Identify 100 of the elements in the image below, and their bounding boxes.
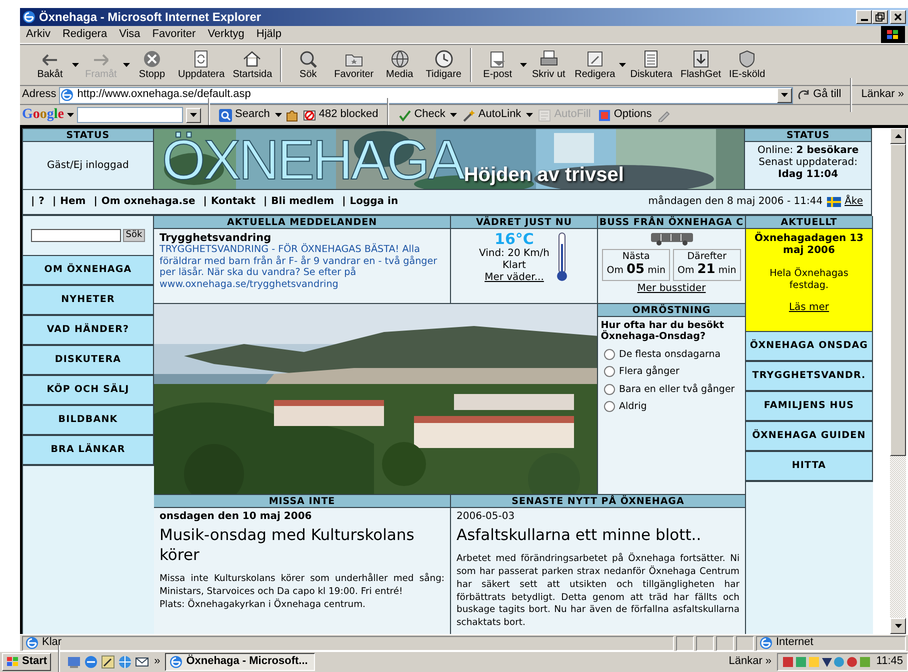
links-button[interactable]: Länkar »: [726, 655, 774, 669]
menu-item[interactable]: Favoriter: [146, 28, 202, 42]
more-button[interactable]: »: [152, 655, 162, 669]
user-link[interactable]: Åke: [844, 196, 863, 208]
menu-item[interactable]: FAMILJENS HUS: [746, 392, 873, 422]
nav-link[interactable]: Bli medlem: [271, 196, 334, 208]
scroll-down-button[interactable]: [890, 618, 906, 634]
scroll-up-button[interactable]: [890, 128, 906, 144]
menu-item[interactable]: NYHETER: [23, 286, 154, 316]
caret-icon[interactable]: [274, 113, 282, 117]
menu-item[interactable]: OM ÖXNEHAGA: [23, 256, 154, 286]
menu-item[interactable]: Redigera: [56, 28, 114, 42]
desktop-icon[interactable]: [67, 655, 82, 669]
links-button[interactable]: Länkar »: [859, 88, 906, 102]
nav-link[interactable]: Kontakt: [210, 196, 256, 208]
start-button[interactable]: Start: [2, 653, 52, 671]
search-field[interactable]: [30, 229, 121, 242]
toolbar-button[interactable]: Startsida: [228, 49, 276, 81]
toolbar-button[interactable]: AutoLink: [460, 108, 524, 122]
mail-icon[interactable]: [135, 655, 150, 669]
scroll-thumb[interactable]: [890, 144, 906, 456]
dropdown-button[interactable]: [777, 88, 792, 102]
menu-item[interactable]: ÖXNEHAGA GUIDEN: [746, 422, 873, 452]
radio-button[interactable]: [604, 384, 615, 395]
spellcheck-icon: [398, 108, 412, 122]
toolbar-button[interactable]: Skriv ut: [526, 49, 571, 81]
date-text: måndagen den 8 maj 2006 - 11:44: [648, 196, 823, 208]
toolbar-button[interactable]: Uppdatera: [174, 49, 229, 81]
menu-item[interactable]: ÖXNEHAGA ONSDAG: [746, 332, 873, 362]
toolbar-button[interactable]: Diskutera: [626, 49, 676, 81]
menu-item[interactable]: KÖP OCH SÄLJ: [23, 376, 154, 406]
flag-icon: [826, 197, 841, 207]
toolbar-button[interactable]: Check: [396, 108, 448, 122]
download-icon: [690, 49, 711, 69]
shield-icon: [737, 49, 758, 69]
toolbar-button[interactable]: FlashGet: [676, 49, 726, 81]
globe-icon: [759, 636, 773, 650]
caret-icon[interactable]: [72, 63, 79, 67]
nav-link[interactable]: Om oxnehaga.se: [101, 196, 196, 208]
menu-item[interactable]: DISKUTERA: [23, 346, 154, 376]
menu-item[interactable]: Hjälp: [250, 28, 288, 42]
status-text: Klar: [42, 636, 62, 650]
menu-item[interactable]: BRA LÄNKAR: [23, 436, 154, 466]
nav-link[interactable]: Hem: [60, 196, 86, 208]
browser-icon[interactable]: [84, 655, 98, 669]
stop-icon: [142, 49, 162, 69]
clock: 11:45: [876, 655, 903, 669]
caret-icon[interactable]: [520, 63, 527, 67]
toolbar-button[interactable]: Redigera: [570, 49, 620, 81]
option-label: De flesta onsdagarna: [619, 348, 721, 360]
separator: |: [94, 196, 98, 208]
menu-item[interactable]: VAD HÄNDER?: [23, 316, 154, 346]
menu-item[interactable]: Arkiv: [20, 28, 56, 42]
minimize-button[interactable]: [856, 10, 872, 24]
zone-text: Internet: [776, 636, 814, 650]
caret-icon[interactable]: [619, 63, 626, 67]
edit-icon[interactable]: [101, 655, 116, 669]
submit-button[interactable]: Sök: [122, 229, 146, 242]
thermometer-icon: [555, 232, 570, 282]
windows-logo-icon: [881, 26, 905, 43]
caret-icon[interactable]: [526, 113, 534, 117]
menu-item[interactable]: HITTA: [746, 452, 873, 482]
bus-link[interactable]: Mer busstider: [637, 283, 706, 294]
task-button[interactable]: Öxnehaga - Microsoft...: [165, 653, 316, 671]
up-arrow-icon: [894, 134, 902, 138]
menu-item[interactable]: BILDBANK: [23, 406, 154, 436]
menu-item[interactable]: TRYGGHETSVANDR.: [746, 362, 873, 392]
clock-icon: [434, 49, 454, 69]
caret-icon[interactable]: [67, 113, 74, 117]
panel-header: MISSA INTE: [154, 495, 450, 508]
toolbar-button[interactable]: Favoriter: [330, 49, 378, 81]
dropdown-button[interactable]: [186, 108, 201, 122]
go-button[interactable]: Gå till: [796, 88, 844, 102]
close-button[interactable]: [890, 10, 906, 24]
toolbar-button[interactable]: Tidigare: [422, 49, 466, 81]
toolbar-button[interactable]: Options: [596, 108, 654, 122]
toolbar-button[interactable]: Search: [217, 108, 272, 122]
radio-button[interactable]: [604, 348, 615, 360]
search-field[interactable]: [77, 107, 183, 123]
menu-item[interactable]: Visa: [113, 28, 146, 42]
read-more-link[interactable]: Läs mer: [788, 302, 830, 313]
toolbar-button[interactable]: E-post: [476, 49, 520, 81]
nav-link[interactable]: Logga in: [350, 196, 398, 208]
radio-button[interactable]: [604, 366, 615, 378]
toolbar-button[interactable]: Media: [378, 49, 422, 81]
maximize-button[interactable]: [872, 10, 888, 24]
panel-header: VÄDRET JUST NU: [451, 216, 597, 229]
toolbar-button[interactable]: Stopp: [130, 49, 174, 81]
nav-link[interactable]: ?: [38, 196, 44, 208]
restore-icon: [875, 12, 885, 22]
caret-icon[interactable]: [450, 113, 458, 117]
address-field[interactable]: http://www.oxnehaga.se/default.asp: [59, 86, 794, 104]
sky-text: Klart: [502, 260, 526, 272]
menu-item[interactable]: Verktyg: [202, 28, 250, 42]
radio-button[interactable]: [604, 400, 615, 412]
toolbar-button[interactable]: IE-sköld: [725, 49, 770, 81]
weather-link[interactable]: Mer väder...: [484, 272, 544, 284]
toolbar-button[interactable]: Bakåt: [28, 49, 72, 81]
toolbar-button[interactable]: Sök: [286, 49, 330, 81]
toolbar-button[interactable]: 482 blocked: [300, 108, 380, 122]
